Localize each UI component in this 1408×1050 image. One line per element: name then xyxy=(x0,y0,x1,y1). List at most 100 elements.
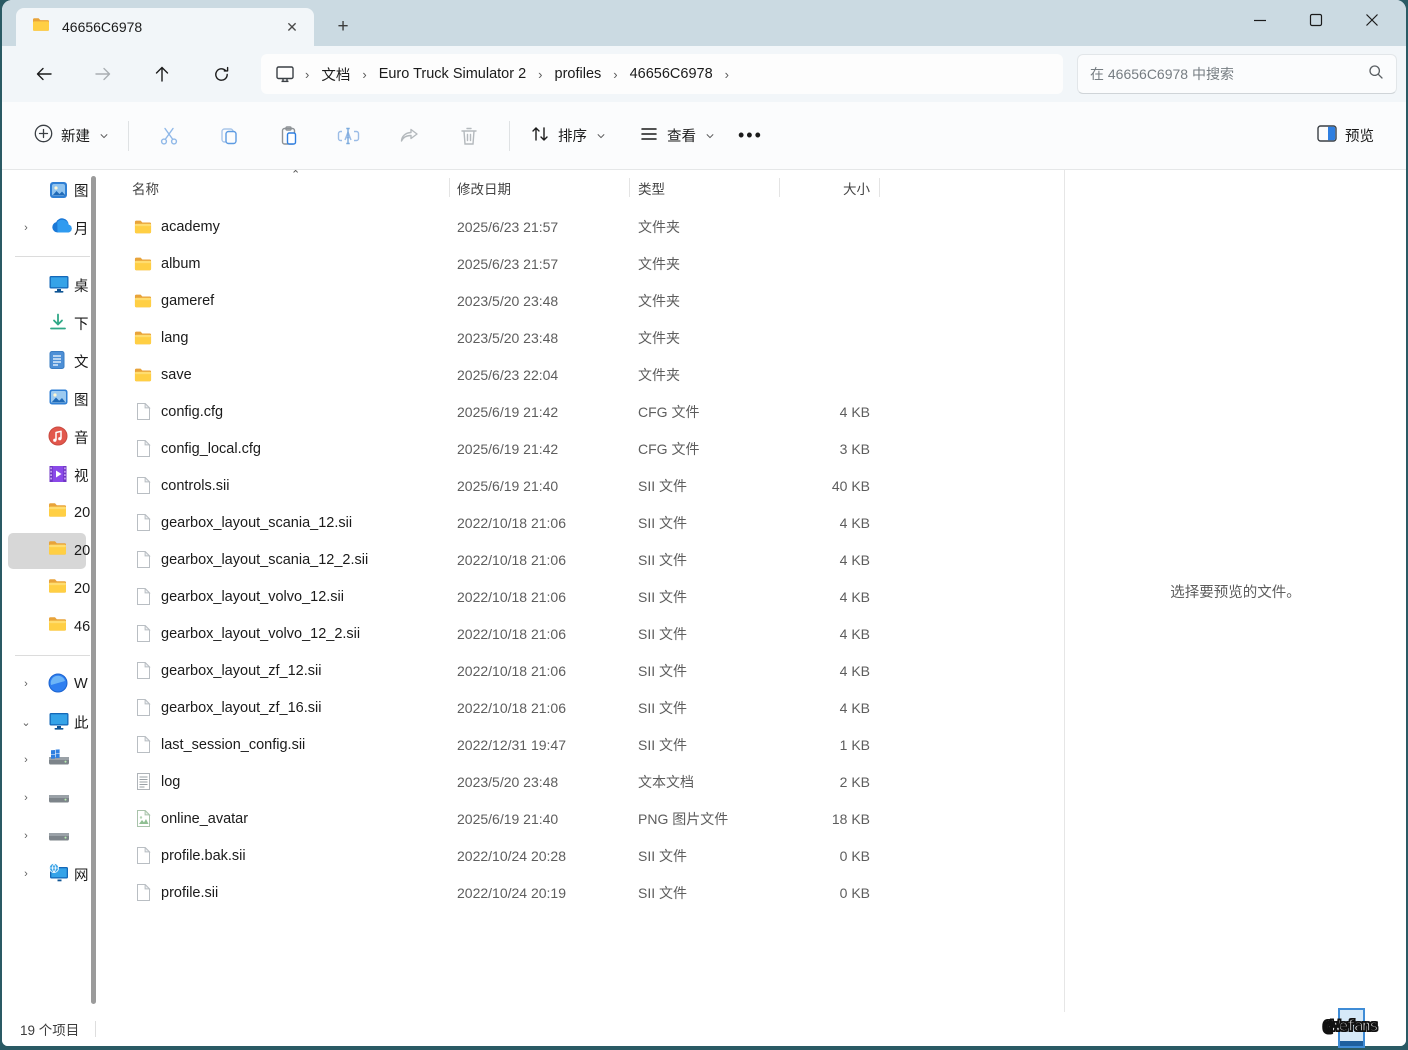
table-row[interactable]: save2025/6/23 22:04文件夹 xyxy=(107,356,1064,393)
sidebar-item-music[interactable]: 音 xyxy=(2,419,102,455)
file-icon xyxy=(134,884,152,902)
rename-button[interactable] xyxy=(327,116,371,156)
folder-icon xyxy=(134,292,152,310)
monitor-icon[interactable] xyxy=(269,65,301,83)
sidebar-item-documents[interactable]: 文 xyxy=(2,343,102,379)
column-header-date[interactable]: 修改日期 xyxy=(450,170,630,205)
sidebar-item-pictures[interactable]: 图 xyxy=(2,381,102,417)
delete-button[interactable] xyxy=(447,116,491,156)
sidebar-item-network[interactable]: ›网 xyxy=(2,856,102,892)
table-row[interactable]: academy2025/6/23 21:57文件夹 xyxy=(107,208,1064,245)
search-input[interactable] xyxy=(1090,66,1368,82)
table-row[interactable]: album2025/6/23 21:57文件夹 xyxy=(107,245,1064,282)
table-row[interactable]: last_session_config.sii2022/12/31 19:47S… xyxy=(107,726,1064,763)
sidebar-item-folder-20b[interactable]: 20 xyxy=(2,533,102,569)
chevron-right-icon[interactable]: › xyxy=(20,678,32,690)
forward-button[interactable] xyxy=(83,56,123,92)
sidebar-item-drive-3[interactable]: › xyxy=(2,818,102,854)
explorer-tab[interactable]: 46656C6978 ✕ xyxy=(16,8,314,46)
file-name-cell: lang xyxy=(107,329,450,347)
onedrive-icon xyxy=(48,217,70,239)
breadcrumb-item[interactable]: Euro Truck Simulator 2 xyxy=(371,61,534,87)
table-row[interactable]: config_local.cfg2025/6/19 21:42CFG 文件3 K… xyxy=(107,430,1064,467)
breadcrumb-item[interactable]: profiles xyxy=(547,61,610,87)
preview-pane: 选择要预览的文件。 xyxy=(1065,170,1406,1012)
table-row[interactable]: gearbox_layout_scania_12_2.sii2022/10/18… xyxy=(107,541,1064,578)
table-row[interactable]: gearbox_layout_zf_12.sii2022/10/18 21:06… xyxy=(107,652,1064,689)
chevron-right-icon[interactable]: › xyxy=(20,830,32,842)
table-row[interactable]: gameref2023/5/20 23:48文件夹 xyxy=(107,282,1064,319)
network-icon xyxy=(48,863,70,885)
sidebar-scrollbar[interactable] xyxy=(91,176,96,1004)
sidebar-item-label: 音 xyxy=(74,427,89,448)
new-button[interactable]: 新建 xyxy=(24,116,118,155)
file-date-cell: 2023/5/20 23:48 xyxy=(450,293,630,309)
sidebar-item-label: 图 xyxy=(74,180,89,201)
file-name: last_session_config.sii xyxy=(161,737,305,753)
table-row[interactable]: lang2023/5/20 23:48文件夹 xyxy=(107,319,1064,356)
table-row[interactable]: gearbox_layout_scania_12.sii2022/10/18 2… xyxy=(107,504,1064,541)
sidebar-item-folder-20c[interactable]: 20 xyxy=(2,571,102,607)
file-date-cell: 2022/10/18 21:06 xyxy=(450,552,630,568)
minimize-button[interactable] xyxy=(1232,0,1288,40)
more-options-button[interactable]: ••• xyxy=(724,125,777,146)
maximize-button[interactable] xyxy=(1288,0,1344,40)
sidebar-item-drive-2[interactable]: › xyxy=(2,780,102,816)
documents-icon xyxy=(48,350,70,372)
sidebar-item-folder-46[interactable]: 46 xyxy=(2,609,102,645)
sidebar-item-desktop[interactable]: 桌 xyxy=(2,267,102,303)
sidebar-item-videos[interactable]: 视 xyxy=(2,457,102,493)
file-name-cell: album xyxy=(107,255,450,273)
column-header-name[interactable]: 名称 xyxy=(107,170,450,205)
breadcrumb-item[interactable]: 46656C6978 xyxy=(622,61,721,87)
tab-close-icon[interactable]: ✕ xyxy=(280,15,304,39)
table-row[interactable]: config.cfg2025/6/19 21:42CFG 文件4 KB xyxy=(107,393,1064,430)
view-button[interactable]: 查看 xyxy=(629,117,724,155)
sidebar-item-onedrive[interactable]: ›月 xyxy=(2,210,102,246)
table-row[interactable]: log2023/5/20 23:48文本文档2 KB xyxy=(107,763,1064,800)
table-row[interactable]: profile.sii2022/10/24 20:19SII 文件0 KB xyxy=(107,874,1064,911)
up-button[interactable] xyxy=(142,56,182,92)
sidebar-item-wps[interactable]: ›W xyxy=(2,666,102,702)
sidebar-item-drive-os[interactable]: › xyxy=(2,742,102,778)
sidebar-item-folder-20a[interactable]: 20 xyxy=(2,495,102,531)
chevron-right-icon[interactable]: › xyxy=(20,222,32,234)
breadcrumb-chevron-icon: › xyxy=(534,67,546,82)
breadcrumb-chevron-icon: › xyxy=(358,67,370,82)
sidebar-item-this-pc[interactable]: ⌄此 xyxy=(2,704,102,740)
breadcrumb-item[interactable]: 文档 xyxy=(313,59,358,90)
preview-toggle-button[interactable]: 预览 xyxy=(1307,117,1384,154)
cut-button[interactable] xyxy=(147,116,191,156)
preview-message: 选择要预览的文件。 xyxy=(1170,581,1301,602)
view-icon xyxy=(639,125,659,147)
file-size-cell: 4 KB xyxy=(780,589,880,605)
refresh-button[interactable] xyxy=(201,56,241,92)
column-header-type[interactable]: 类型 xyxy=(630,170,780,205)
file-type-cell: 文本文档 xyxy=(630,772,780,792)
chevron-right-icon[interactable]: › xyxy=(20,792,32,804)
close-button[interactable] xyxy=(1344,0,1400,40)
sort-button[interactable]: 排序 xyxy=(520,116,615,156)
sidebar-item-label: 20 xyxy=(74,543,90,559)
column-header-size[interactable]: 大小 xyxy=(780,170,880,205)
search-icon[interactable] xyxy=(1368,64,1384,85)
table-row[interactable]: gearbox_layout_volvo_12.sii2022/10/18 21… xyxy=(107,578,1064,615)
sidebar-item-gallery[interactable]: 图 xyxy=(2,172,102,208)
table-row[interactable]: profile.bak.sii2022/10/24 20:28SII 文件0 K… xyxy=(107,837,1064,874)
sidebar-item-downloads[interactable]: 下 xyxy=(2,305,102,341)
new-tab-button[interactable]: + xyxy=(328,12,358,42)
chevron-right-icon[interactable]: › xyxy=(20,754,32,766)
back-button[interactable] xyxy=(24,56,64,92)
chevron-down-icon[interactable]: ⌄ xyxy=(20,716,32,729)
table-row[interactable]: controls.sii2025/6/19 21:40SII 文件40 KB xyxy=(107,467,1064,504)
copy-button[interactable] xyxy=(207,116,251,156)
file-size-cell: 2 KB xyxy=(780,774,880,790)
table-row[interactable]: gearbox_layout_volvo_12_2.sii2022/10/18 … xyxy=(107,615,1064,652)
paste-button[interactable] xyxy=(267,116,311,156)
table-row[interactable]: gearbox_layout_zf_16.sii2022/10/18 21:06… xyxy=(107,689,1064,726)
table-row[interactable]: online_avatar2025/6/19 21:40PNG 图片文件18 K… xyxy=(107,800,1064,837)
chevron-right-icon[interactable]: › xyxy=(20,868,32,880)
file-type-cell: SII 文件 xyxy=(630,735,780,755)
share-button[interactable] xyxy=(387,116,431,156)
file-name-cell: gearbox_layout_scania_12_2.sii xyxy=(107,551,450,569)
